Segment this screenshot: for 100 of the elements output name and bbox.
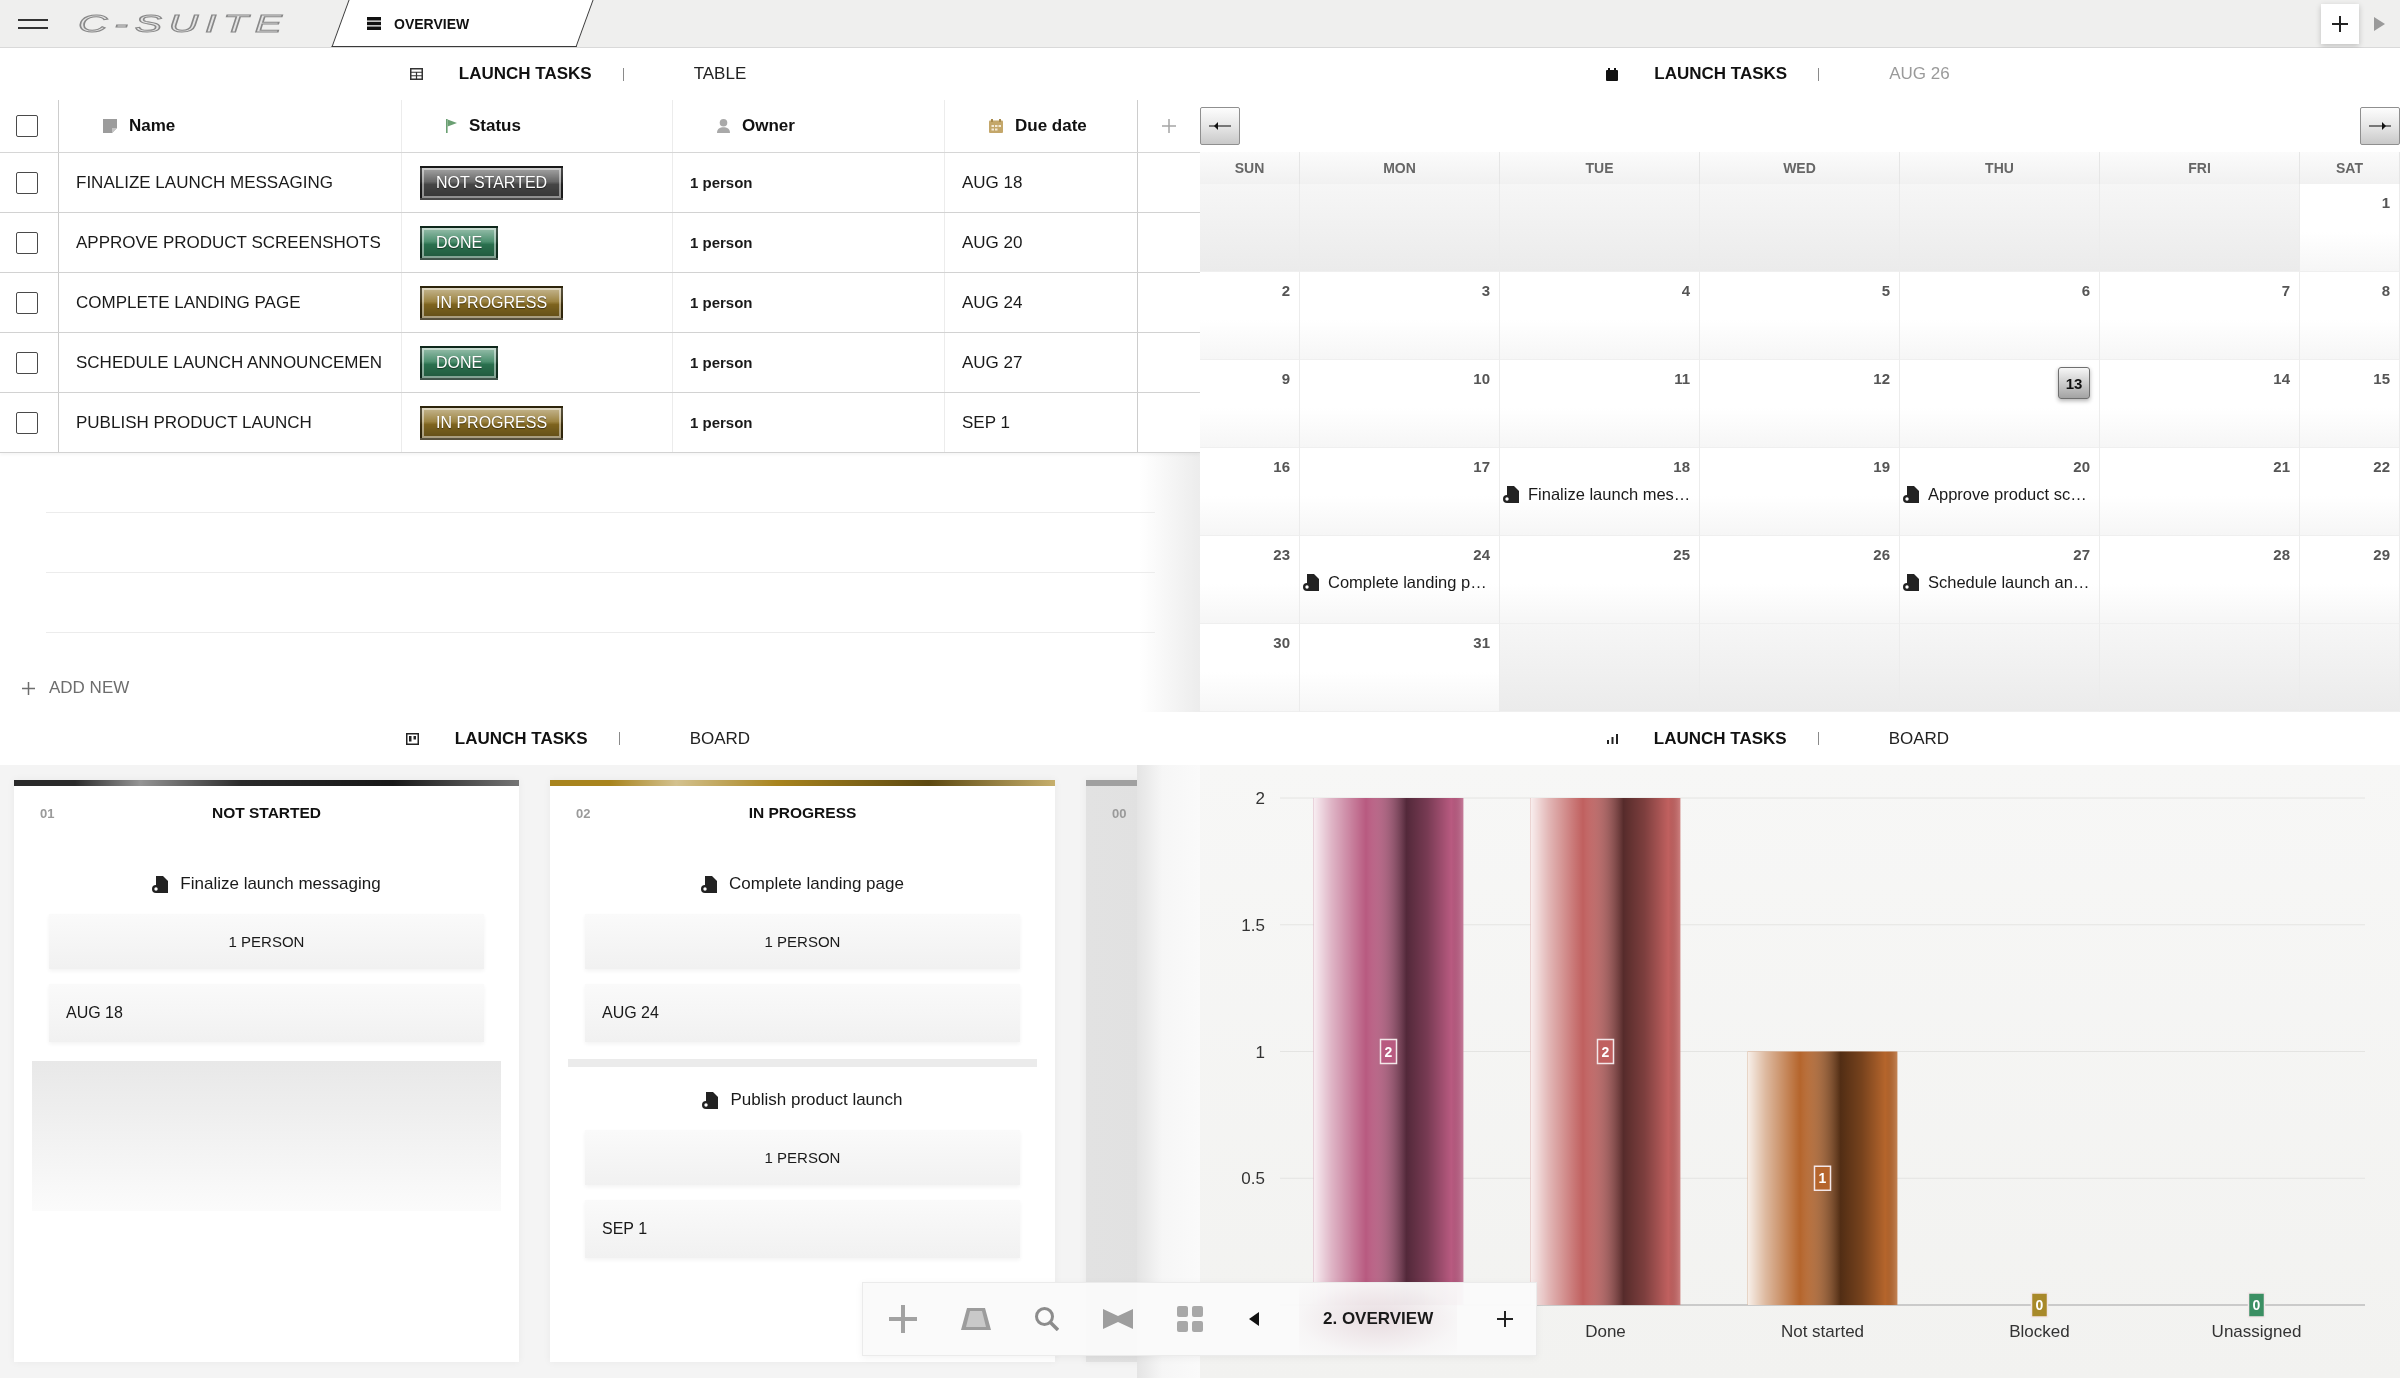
view-name[interactable]: BOARD <box>1888 728 1950 749</box>
calendar-icon <box>1606 67 1619 81</box>
document-icon <box>702 1091 719 1109</box>
checkbox[interactable] <box>16 231 38 254</box>
calendar-day-cell[interactable]: 30 <box>1200 624 1300 712</box>
calendar-day-cell[interactable]: 20 Approve product sc… <box>1900 448 2100 536</box>
column-title: NOT STARTED <box>211 804 322 822</box>
calendar-day-cell[interactable]: 7 <box>2100 272 2300 360</box>
calendar-day-cell[interactable]: 17 <box>1300 448 1500 536</box>
checkbox[interactable] <box>16 115 38 137</box>
status-badge[interactable]: IN PROGRESS <box>420 405 564 440</box>
card-title[interactable]: Publish product launch <box>730 1090 903 1110</box>
calendar-day-cell[interactable]: 12 <box>1700 360 1900 448</box>
table-cell: AUG 18 <box>945 153 1138 212</box>
data-label: 1 <box>1818 1170 1827 1187</box>
column-header[interactable]: Due date <box>945 100 1138 152</box>
day-number: 4 <box>1681 282 1690 300</box>
day-number: 14 <box>2273 370 2290 388</box>
status-badge[interactable]: NOT STARTED <box>420 165 564 200</box>
plus-icon[interactable] <box>1497 1311 1514 1327</box>
calendar-day-cell[interactable]: 18 Finalize launch mes… <box>1500 448 1700 536</box>
calendar-day-cell[interactable]: 29 <box>2300 536 2400 624</box>
calendar-day-cell[interactable]: 26 <box>1700 536 1900 624</box>
calendar-day-cell[interactable]: 16 <box>1200 448 1300 536</box>
calendar-day-cell[interactable]: 31 <box>1300 624 1500 712</box>
column-header[interactable]: Name <box>59 100 402 152</box>
day-number: 19 <box>1873 458 1890 476</box>
calendar-day-cell[interactable]: 19 <box>1700 448 1900 536</box>
axis-tick-label: 1.5 <box>1241 915 1265 935</box>
tray-icon[interactable] <box>961 1308 991 1330</box>
calendar-day-cell[interactable]: 28 <box>2100 536 2300 624</box>
menu-icon[interactable] <box>18 18 48 29</box>
value-label: 0 <box>2030 1292 2049 1318</box>
day-number: 26 <box>1873 546 1890 564</box>
calendar-day-cell[interactable]: 4 <box>1500 272 1700 360</box>
due-date-field: AUG 24 <box>585 984 1020 1042</box>
category-label: Blocked <box>2009 1322 2070 1341</box>
page-tab[interactable]: 2. OVERVIEW <box>1299 1283 1458 1355</box>
calendar-day-cell[interactable]: 6 <box>1900 272 2100 360</box>
calendar-event[interactable]: Complete landing p… <box>1303 571 1487 593</box>
column-number: 01 <box>40 805 55 821</box>
calendar-day-cell[interactable]: 2 <box>1200 272 1300 360</box>
bowtie-icon[interactable] <box>1103 1309 1133 1329</box>
category-label: Unassigned <box>2211 1322 2302 1341</box>
column-header[interactable]: Status <box>402 100 673 152</box>
checkbox[interactable] <box>16 291 38 314</box>
next-button[interactable] <box>2360 107 2400 145</box>
day-number: 12 <box>1873 370 1890 388</box>
status-badge[interactable]: DONE <box>420 225 499 260</box>
data-label: 2 <box>1384 1043 1393 1060</box>
calendar-event[interactable]: Schedule launch an… <box>1903 571 2090 593</box>
data-label: 0 <box>2252 1297 2261 1313</box>
add-button[interactable] <box>2321 3 2359 44</box>
view-name[interactable]: TABLE <box>693 64 747 84</box>
calendar-day-cell[interactable]: 14 <box>2100 360 2300 448</box>
checkbox[interactable] <box>16 351 38 374</box>
day-number: 7 <box>2281 282 2290 300</box>
calendar-day-cell[interactable]: 10 <box>1300 360 1500 448</box>
calendar-day-cell[interactable]: 24 Complete landing p… <box>1300 536 1500 624</box>
axis-tick-label: 0.5 <box>1241 1169 1265 1189</box>
note-icon <box>103 119 117 133</box>
card-title[interactable]: Finalize launch messaging <box>180 874 381 894</box>
axis-tick-label: 2 <box>1255 789 1265 808</box>
day-number: 23 <box>1273 546 1290 564</box>
day-number: 6 <box>2081 282 2090 300</box>
table-cell: 1 person <box>673 273 945 332</box>
calendar-day-cell[interactable]: 15 <box>2300 360 2400 448</box>
calendar-day-cell[interactable]: 27 Schedule launch an… <box>1900 536 2100 624</box>
calendar-day-cell[interactable]: 8 <box>2300 272 2400 360</box>
calendar-day-cell[interactable]: 9 <box>1200 360 1300 448</box>
tab[interactable]: OVERVIEW <box>331 0 594 47</box>
calendar-day-cell[interactable]: 22 <box>2300 448 2400 536</box>
logo: C-SUITE <box>78 11 289 36</box>
calendar-day-cell[interactable]: 21 <box>2100 448 2300 536</box>
calendar-event[interactable]: Finalize launch mes… <box>1503 483 1691 505</box>
checkbox[interactable] <box>16 411 38 434</box>
day-number: 28 <box>2273 546 2290 564</box>
add-new-button[interactable]: ADD NEW <box>22 673 130 703</box>
table-cell: AUG 24 <box>945 273 1138 332</box>
view-name[interactable]: BOARD <box>689 728 751 749</box>
column-header[interactable]: Owner <box>673 100 945 152</box>
document-icon <box>701 875 718 893</box>
checkbox[interactable] <box>16 171 38 194</box>
calendar-day-cell[interactable]: 11 <box>1500 360 1700 448</box>
calendar-day-cell[interactable]: 3 <box>1300 272 1500 360</box>
day-number: 31 <box>1473 634 1490 652</box>
calendar-day-cell[interactable]: 23 <box>1200 536 1300 624</box>
card-title[interactable]: Complete landing page <box>729 874 904 894</box>
caret-left-icon[interactable] <box>1249 1312 1259 1326</box>
calendar-day-cell[interactable]: 1 <box>2300 184 2400 272</box>
due-date-field: AUG 18 <box>49 984 484 1042</box>
calendar-event[interactable]: Approve product sc… <box>1903 483 2087 505</box>
status-badge[interactable]: IN PROGRESS <box>420 285 564 320</box>
calendar-day-cell[interactable]: 5 <box>1700 272 1900 360</box>
previous-button[interactable] <box>1200 107 1240 145</box>
calendar-day-cell[interactable]: 13 <box>1900 360 2100 448</box>
document-icon <box>1903 573 1919 591</box>
search-icon[interactable] <box>1035 1307 1059 1331</box>
calendar-day-cell[interactable]: 25 <box>1500 536 1700 624</box>
status-badge[interactable]: DONE <box>420 345 499 380</box>
